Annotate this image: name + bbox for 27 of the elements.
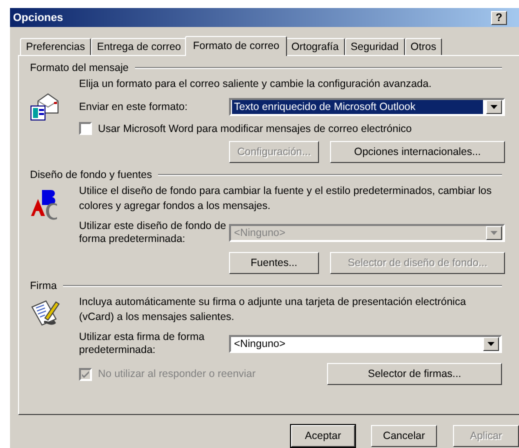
group-title: Diseño de fondo y fuentes [30, 169, 152, 181]
description-text: Utilice el diseño de fondo para cambiar la fuente y el estilo predeterminados, cambiar los colores y agregar fondos a los mensajes. [79, 184, 493, 214]
window-title: Opciones [13, 12, 64, 24]
help-button[interactable]: ? [491, 10, 507, 24]
checkmark-icon [81, 370, 90, 378]
dialog-button[interactable]: Opciones internacionales... [330, 141, 505, 163]
tab[interactable]: Ortografía [285, 38, 345, 55]
tab[interactable]: Seguridad [344, 38, 405, 55]
description-text: Elija un formato para el correo saliente y cambie la configuración avanzada. [79, 77, 433, 92]
tab[interactable]: Preferencias [20, 38, 91, 55]
dropdown-field[interactable]: Texto enriquecido de Microsoft Outlook [229, 98, 505, 116]
dialog-button[interactable]: Selector de firmas... [327, 363, 502, 385]
tab[interactable]: Formato de correo [185, 36, 288, 56]
dropdown-field[interactable]: <Ninguno> [229, 335, 502, 353]
dialog-button[interactable]: Cancelar [371, 425, 437, 447]
field-label: Utilizar esta firma de forma predeterminada: [79, 331, 206, 357]
tab[interactable]: Entrega de correo [90, 38, 188, 55]
group-title: Firma [30, 280, 57, 292]
dialog-button[interactable]: Fuentes... [229, 252, 319, 274]
field-label: Utilizar este diseño de fondo de forma predeterminada: [79, 220, 228, 246]
description-text: Incluya automáticamente su firma o adjunte una tarjeta de presentación electrónica (vCard) a los mensajes salientes. [79, 295, 467, 325]
group-title: Formato del mensaje [30, 62, 129, 74]
tab[interactable]: Otros [404, 38, 442, 55]
dialog-button[interactable]: Aceptar [291, 425, 355, 447]
checkbox[interactable]: Usar Microsoft Word para modificar mensajes de correo electrónico [79, 122, 505, 135]
field-label: Enviar en este formato: [79, 100, 189, 114]
letters-icon [30, 188, 60, 220]
